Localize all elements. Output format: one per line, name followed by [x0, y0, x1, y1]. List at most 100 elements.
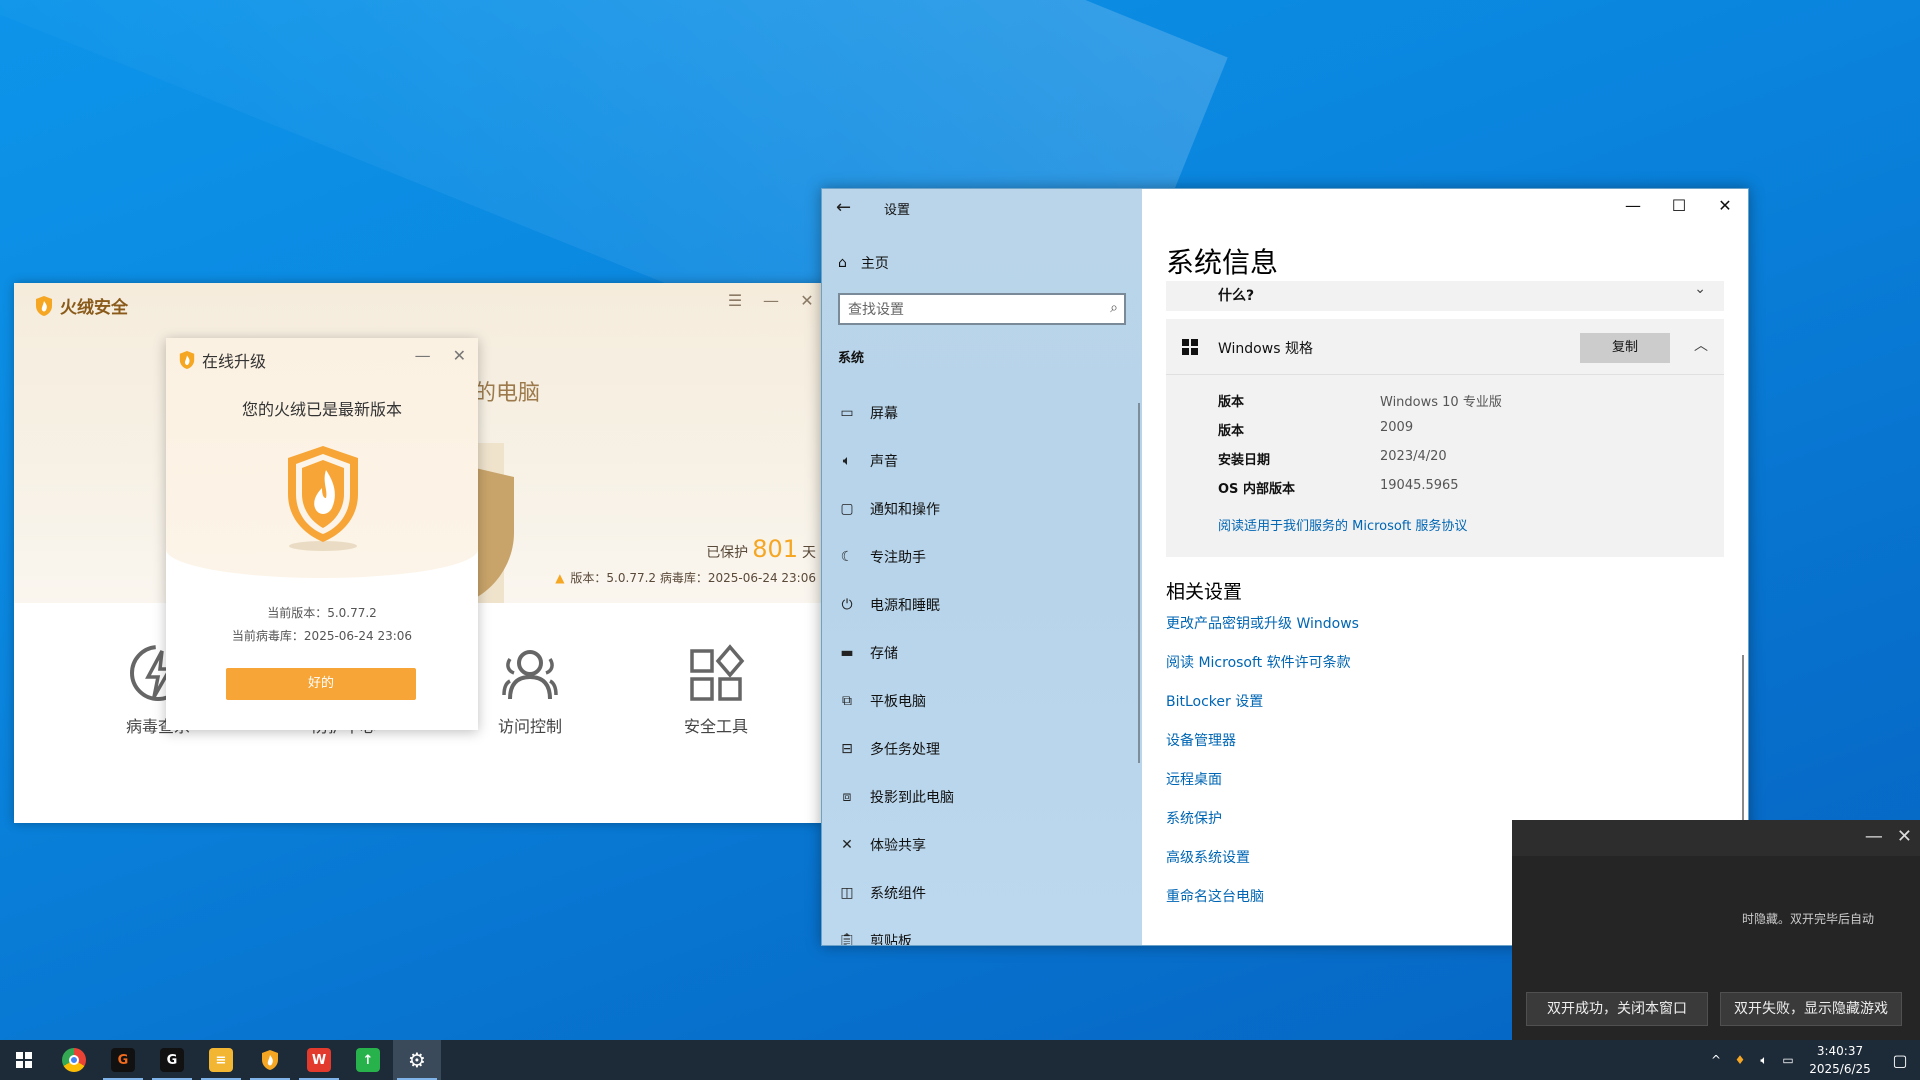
collapsed-card[interactable]: 什么? ⌄ [1166, 281, 1724, 311]
ok-button[interactable]: 好的 [226, 668, 416, 700]
taskbar: G G ≡ W ↑ ⚙ ^ ♦ 🔈︎ ▭ 3:40:37 2025/6/25 ▢ [0, 1040, 1920, 1080]
nav-item-power-sleep[interactable]: ⏻ 电源和睡眠 [838, 581, 954, 629]
maximize-button[interactable]: ☐ [1656, 189, 1702, 221]
huorong-flame-icon [36, 295, 52, 316]
page-title: 系统信息 [1166, 246, 1279, 279]
minimize-button[interactable]: — [415, 346, 431, 365]
gear-icon: ⚙ [408, 1048, 426, 1072]
chevron-up-icon[interactable]: ^ [1704, 1053, 1728, 1067]
system-tray: ^ ♦ 🔈︎ ▭ 3:40:37 2025/6/25 ▢ [1704, 1040, 1920, 1080]
copy-button[interactable]: 复制 [1580, 333, 1670, 363]
search-input[interactable]: 查找设置 ⌕ [838, 293, 1126, 325]
taskbar-app-huorong[interactable] [246, 1040, 294, 1080]
moon-icon: ☾ [840, 549, 854, 565]
windows-spec-card: Windows 规格 复制 ︿ 版本 Windows 10 专业版 版本 2009 … [1166, 319, 1724, 557]
windows-logo-icon [1182, 339, 1198, 355]
taskbar-app-updater[interactable]: ↑ [344, 1040, 392, 1080]
nav-item-display[interactable]: ▭ 屏幕 [838, 389, 954, 437]
nav-item-focus-assist[interactable]: ☾ 专注助手 [838, 533, 954, 581]
spec-title: Windows 规格 [1218, 341, 1313, 357]
nav-item-shared-experiences[interactable]: ✕ 体验共享 [838, 821, 954, 869]
nav-item-project[interactable]: ⧈ 投影到此电脑 [838, 773, 954, 821]
huorong-tray-icon[interactable]: ♦ [1728, 1053, 1752, 1067]
menu-icon[interactable]: ☰ [726, 291, 744, 310]
feature-access-control[interactable]: 访问控制 [460, 643, 600, 737]
taskbar-app-chrome[interactable] [50, 1040, 98, 1080]
spec-list: 版本 Windows 10 专业版 版本 2009 安装日期 2023/4/20 OS… [1218, 391, 1502, 507]
share-icon: ✕ [841, 837, 853, 853]
nav-item-storage[interactable]: ▬ 存储 [838, 629, 954, 677]
upgrade-dialog: 在线升级 — ✕ 您的火绒已是最新版本 当前版本：5.0.77.2 当前病毒库：… [166, 338, 478, 730]
notification-icon[interactable]: ▢ [1880, 1051, 1920, 1070]
spec-row: 版本 Windows 10 专业版 [1218, 395, 1502, 410]
huorong-logo: 火绒安全 [34, 293, 128, 318]
dialog-title: 在线升级 [202, 352, 267, 371]
windows-logo-icon [16, 1052, 32, 1068]
minimize-button[interactable]: — [762, 291, 780, 310]
apps-grid-icon [690, 644, 745, 701]
upgrade-info: 当前版本：5.0.77.2 当前病毒库：2025-06-24 23:06 [231, 606, 413, 643]
notes-icon: ≡ [209, 1048, 233, 1072]
related-links: 更改产品密钥或升级 Windows 阅读 Microsoft 软件许可条款 Bi… [1166, 613, 1359, 925]
speaker-icon: 🔈︎ [842, 453, 852, 469]
related-settings-title: 相关设置 [1166, 581, 1243, 603]
nav-item-sound[interactable]: 🔈︎ 声音 [838, 437, 954, 485]
close-button[interactable]: ✕ [798, 291, 816, 310]
spec-row: 版本 2009 [1218, 420, 1414, 439]
users-icon [502, 650, 558, 700]
service-agreement-link[interactable]: 阅读适用于我们服务的 Microsoft 服务协议 [1218, 515, 1467, 534]
link-bitlocker[interactable]: BitLocker 设置 [1166, 691, 1359, 730]
success-close-button[interactable]: 双开成功，关闭本窗口 [1526, 992, 1708, 1026]
network-icon[interactable]: ▭ [1776, 1053, 1800, 1067]
chevron-down-icon[interactable]: ⌄ [1694, 281, 1706, 297]
link-device-manager[interactable]: 设备管理器 [1166, 730, 1359, 769]
huorong-icon [258, 1048, 282, 1072]
g-app-icon: G [160, 1048, 184, 1072]
volume-icon[interactable]: 🔈︎ [1752, 1053, 1776, 1068]
link-remote-desktop[interactable]: 远程桌面 [1166, 769, 1359, 808]
taskbar-app-g1[interactable]: G [99, 1040, 147, 1080]
sidebar-scrollbar[interactable] [1138, 403, 1140, 763]
nav-item-clipboard[interactable]: 📋︎ 剪贴板 [838, 917, 954, 945]
chrome-icon [62, 1048, 86, 1072]
spec-row: OS 内部版本 19045.5965 [1218, 478, 1459, 497]
fail-show-button[interactable]: 双开失败，显示隐藏游戏 [1720, 992, 1902, 1026]
nav-item-tablet[interactable]: ⧉ 平板电脑 [838, 677, 954, 725]
tablet-icon: ⧉ [842, 693, 852, 709]
nav-item-multitasking[interactable]: ⊟ 多任务处理 [838, 725, 954, 773]
link-rename-pc[interactable]: 重命名这台电脑 [1166, 886, 1359, 925]
taskbar-app-notes[interactable]: ≡ [197, 1040, 245, 1080]
link-license-terms[interactable]: 阅读 Microsoft 软件许可条款 [1166, 652, 1359, 691]
home-icon: ⌂ [838, 255, 847, 271]
dialog-message: 时隐藏。双开完毕后自动 [1742, 912, 1875, 926]
start-button[interactable] [0, 1040, 48, 1080]
taskbar-app-g2[interactable]: G [148, 1040, 196, 1080]
project-icon: ⧈ [842, 789, 852, 805]
components-icon: ◫ [840, 885, 854, 901]
back-arrow-icon[interactable]: ← [836, 197, 851, 218]
minimize-button[interactable]: — [1610, 189, 1656, 221]
link-system-protection[interactable]: 系统保护 [1166, 808, 1359, 847]
close-button[interactable]: ✕ [1702, 189, 1748, 221]
minimize-button[interactable]: — [1865, 826, 1883, 847]
close-button[interactable]: ✕ [1897, 826, 1912, 847]
nav-item-system-components[interactable]: ◫ 系统组件 [838, 869, 954, 917]
clock[interactable]: 3:40:37 2025/6/25 [1800, 1042, 1880, 1078]
chevron-up-icon[interactable]: ︿ [1694, 335, 1708, 355]
feature-security-tools[interactable]: 安全工具 [646, 643, 786, 737]
shield-flame-icon [288, 446, 358, 551]
settings-nav-list: ▭ 屏幕 🔈︎ 声音 ▢ 通知和操作 ☾ 专注助手 ⏻ 电源和睡眠 ▬ 存储 ⧉ 平板电脑 ⊟… [838, 389, 954, 945]
upgrade-arrow-icon: ▲ [555, 570, 565, 585]
taskbar-app-wps[interactable]: W [295, 1040, 343, 1080]
close-button[interactable]: ✕ [453, 346, 466, 365]
message-icon: ▢ [840, 501, 854, 517]
home-nav-item[interactable]: ⌂ 主页 [838, 253, 889, 273]
taskbar-app-settings[interactable]: ⚙ [393, 1040, 441, 1080]
link-advanced-system[interactable]: 高级系统设置 [1166, 847, 1359, 886]
upload-icon: ↑ [356, 1048, 380, 1072]
huorong-flame-icon [179, 351, 195, 369]
nav-item-notifications[interactable]: ▢ 通知和操作 [838, 485, 954, 533]
settings-app-title: 设置 [884, 203, 911, 218]
link-change-product-key[interactable]: 更改产品密钥或升级 Windows [1166, 613, 1359, 652]
power-icon: ⏻ [841, 597, 853, 613]
